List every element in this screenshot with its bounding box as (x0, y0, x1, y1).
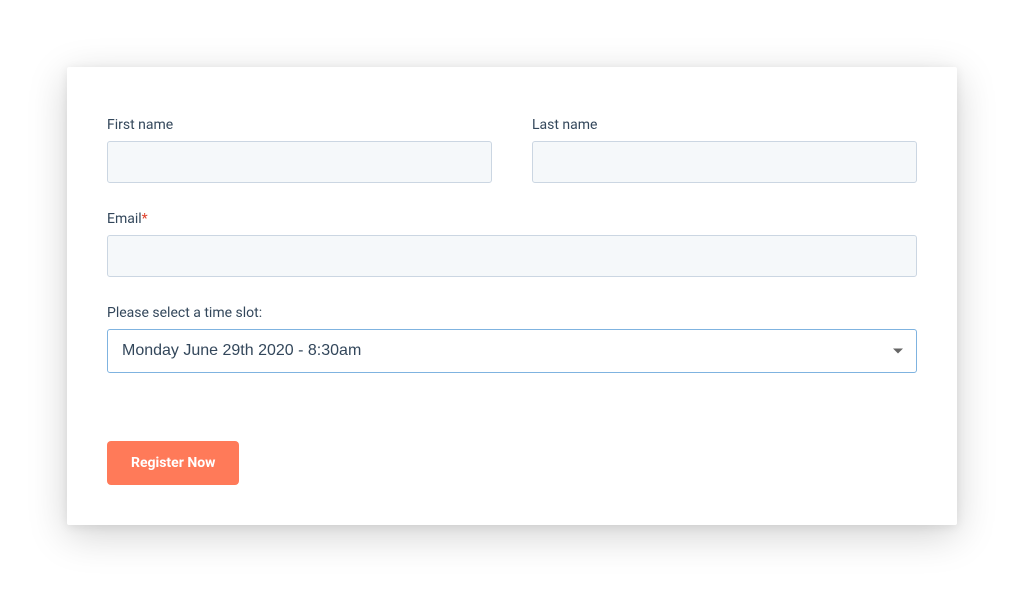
time-slot-field: Please select a time slot: Monday June 2… (107, 305, 917, 373)
email-input[interactable] (107, 235, 917, 277)
time-slot-select-wrapper: Monday June 29th 2020 - 8:30am (107, 329, 917, 373)
last-name-field: Last name (532, 117, 917, 183)
time-slot-label: Please select a time slot: (107, 305, 917, 321)
email-field: Email* (107, 211, 917, 277)
name-row: First name Last name (107, 117, 917, 183)
email-label-text: Email (107, 211, 142, 227)
time-slot-select[interactable]: Monday June 29th 2020 - 8:30am (107, 329, 917, 373)
first-name-input[interactable] (107, 141, 492, 183)
first-name-field: First name (107, 117, 492, 183)
registration-form-card: First name Last name Email* Please selec… (67, 67, 957, 525)
last-name-input[interactable] (532, 141, 917, 183)
register-button[interactable]: Register Now (107, 441, 239, 485)
first-name-label: First name (107, 117, 492, 133)
required-marker: * (142, 211, 148, 227)
email-label: Email* (107, 211, 917, 227)
last-name-label: Last name (532, 117, 917, 133)
